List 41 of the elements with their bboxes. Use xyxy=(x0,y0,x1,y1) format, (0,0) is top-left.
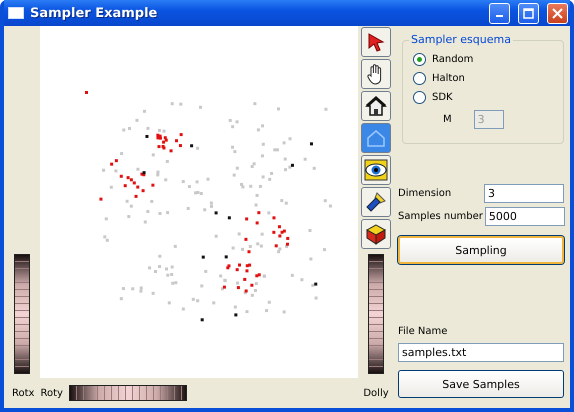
radio-label: SDK xyxy=(432,92,453,103)
cube-icon xyxy=(365,223,387,245)
wheel-label: Dolly xyxy=(363,388,389,398)
eye-icon xyxy=(364,159,388,181)
toolbar-button[interactable] xyxy=(361,91,391,121)
window-icon xyxy=(8,7,24,19)
close-icon xyxy=(552,8,563,18)
house-outline-icon xyxy=(365,128,387,148)
wheel-label: Rotx xyxy=(12,388,34,398)
field-label: File Name xyxy=(398,326,448,337)
cursor-icon xyxy=(366,32,386,52)
sampling-button[interactable]: Sampling xyxy=(398,236,564,264)
radio-button[interactable] xyxy=(413,53,426,66)
minimize-button[interactable] xyxy=(489,2,510,24)
toolbar-button[interactable] xyxy=(361,219,391,249)
thumbwheel[interactable] xyxy=(68,385,187,401)
input-field[interactable]: 5000 xyxy=(484,207,565,226)
toolbar-button[interactable] xyxy=(361,27,391,57)
toolbar-button[interactable] xyxy=(361,59,391,89)
window-title: Sampler Example xyxy=(30,6,158,20)
field-label: Samples number xyxy=(398,211,483,222)
close-button[interactable] xyxy=(547,2,568,24)
radio-button[interactable] xyxy=(413,91,426,104)
house-icon xyxy=(365,96,387,116)
thumbwheel[interactable] xyxy=(14,254,30,374)
radio-label: Halton xyxy=(432,73,465,84)
save-button[interactable]: Save Samples xyxy=(398,370,564,398)
group-title: Sampler esquema xyxy=(409,33,513,46)
toolbar-button[interactable] xyxy=(361,187,391,217)
field-label: M xyxy=(443,114,452,125)
radio-button[interactable] xyxy=(413,72,426,85)
maximize-icon xyxy=(523,8,534,18)
toolbar-button[interactable] xyxy=(361,155,391,185)
maximize-button[interactable] xyxy=(518,2,539,24)
input-field[interactable]: 3 xyxy=(484,184,564,203)
thumbwheel[interactable] xyxy=(368,254,384,374)
input-field[interactable]: samples.txt xyxy=(398,343,564,362)
flashlight-icon xyxy=(365,191,387,213)
field-label: Dimension xyxy=(398,188,452,199)
wheel-label: Roty xyxy=(40,388,63,398)
radio-label: Random xyxy=(432,54,474,65)
